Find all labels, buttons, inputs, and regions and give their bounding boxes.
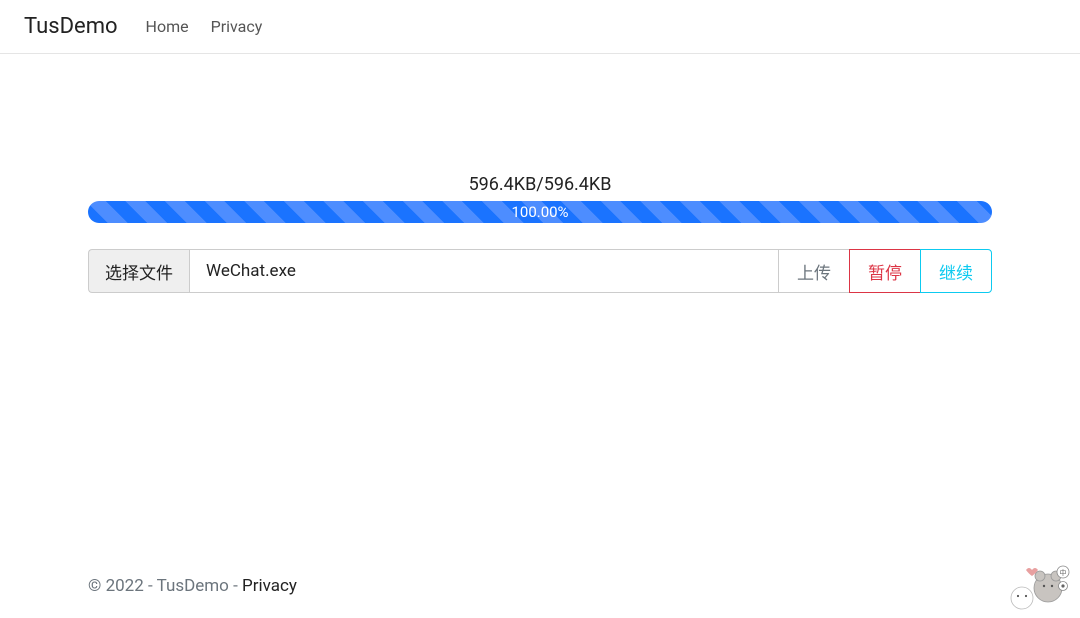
- upload-button[interactable]: 上传: [778, 249, 849, 293]
- resume-button[interactable]: 继续: [920, 249, 992, 293]
- corner-decoration-icon: 中: [1000, 560, 1072, 610]
- progress-percent: 100.00%: [511, 203, 568, 221]
- pause-button[interactable]: 暂停: [849, 249, 920, 293]
- footer-privacy-link[interactable]: Privacy: [242, 576, 297, 596]
- main-content: 596.4KB/596.4KB 100.00% 选择文件 WeChat.exe …: [0, 54, 1080, 293]
- footer-copyright: © 2022 - TusDemo -: [88, 576, 242, 596]
- svg-text:中: 中: [1060, 568, 1067, 577]
- footer: © 2022 - TusDemo - Privacy: [88, 576, 297, 596]
- nav-link-home[interactable]: Home: [146, 17, 189, 36]
- upload-status-text: 596.4KB/596.4KB: [88, 174, 992, 195]
- nav-link-privacy[interactable]: Privacy: [211, 17, 263, 36]
- progress-bar: 100.00%: [88, 201, 992, 223]
- navbar: TusDemo Home Privacy: [0, 0, 1080, 54]
- file-name-display: WeChat.exe: [189, 249, 778, 293]
- upload-row: 选择文件 WeChat.exe 上传 暂停 继续: [88, 249, 992, 293]
- file-select-button[interactable]: 选择文件: [88, 249, 189, 293]
- navbar-brand[interactable]: TusDemo: [24, 14, 118, 39]
